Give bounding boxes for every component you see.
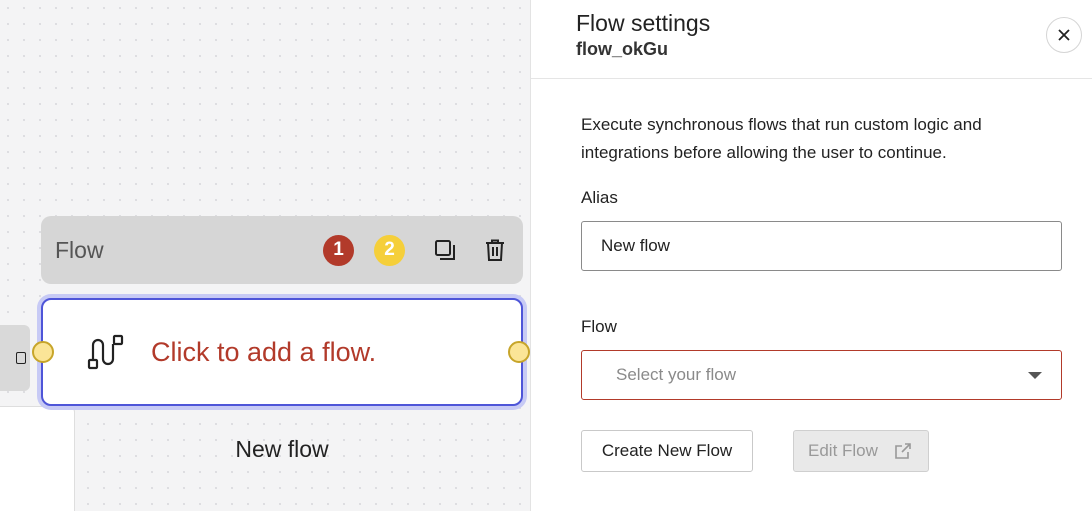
input-port[interactable]: [32, 341, 54, 363]
flow-icon: [87, 333, 125, 371]
step-badge-2: 2: [374, 234, 405, 266]
add-flow-prompt[interactable]: Click to add a flow.: [151, 337, 376, 368]
flow-settings-panel: Flow settings flow_okGu Execute synchron…: [530, 0, 1092, 511]
node-icon: [16, 352, 26, 364]
create-new-flow-button[interactable]: Create New Flow: [581, 430, 753, 472]
flow-select-placeholder: Select your flow: [616, 365, 736, 384]
adjacent-node[interactable]: [0, 325, 30, 391]
chevron-down-icon: [1028, 371, 1042, 379]
edit-flow-label: Edit Flow: [808, 441, 878, 460]
flow-label: Flow: [581, 317, 617, 336]
external-link-icon: [895, 443, 911, 459]
copy-icon[interactable]: [431, 236, 459, 264]
trash-icon[interactable]: [481, 236, 509, 264]
alias-label: Alias: [581, 188, 618, 207]
flow-canvas[interactable]: Flow 1 2 Click to add a flow. New flow: [0, 0, 530, 511]
panel-header: Flow settings flow_okGu: [531, 0, 1092, 79]
close-button[interactable]: [1046, 17, 1082, 53]
node-header[interactable]: Flow 1 2: [41, 216, 523, 284]
node-header-title: Flow: [55, 236, 104, 263]
alias-input[interactable]: [581, 221, 1062, 271]
panel-subtitle: flow_okGu: [576, 39, 669, 59]
edit-flow-button: Edit Flow: [793, 430, 929, 472]
node-caption: New flow: [235, 436, 329, 462]
panel-title: Flow settings: [576, 10, 711, 36]
flow-select[interactable]: Select your flow: [581, 350, 1062, 400]
step-badge-1: 1: [323, 234, 354, 266]
panel-description: Execute synchronous flows that run custo…: [581, 115, 982, 162]
flow-node-card[interactable]: Click to add a flow.: [41, 298, 523, 406]
close-icon: [1058, 29, 1070, 41]
output-port[interactable]: [508, 341, 530, 363]
